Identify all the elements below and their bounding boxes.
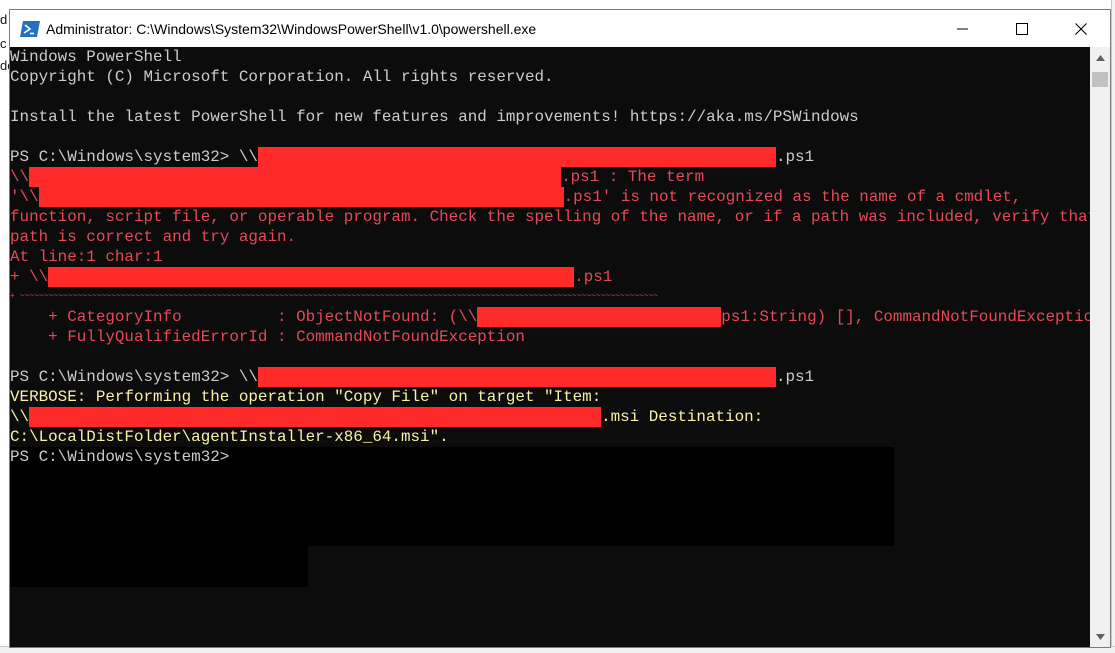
console-line-command-1: PS C:\Windows\system32> \\ .ps1 (10, 147, 814, 167)
error-text: .ps1' is not recognized as the name of a… (563, 188, 1022, 206)
error-text: + CategoryInfo : ObjectNotFound: (\\ (10, 308, 478, 326)
redaction-block (10, 546, 308, 587)
redacted-path (257, 367, 776, 387)
scroll-down-button[interactable] (1090, 628, 1110, 645)
verbose-text: .msi Destination: (601, 408, 764, 426)
title-bar[interactable]: Administrator: C:\Windows\System32\Windo… (10, 10, 1110, 47)
error-text: ps1:String) [], CommandNotFoundException (721, 308, 1090, 326)
error-line: At line:1 char:1 (10, 248, 163, 266)
error-line: + FullyQualifiedErrorId : CommandNotFoun… (10, 328, 525, 346)
window-title: Administrator: C:\Windows\System32\Windo… (46, 20, 537, 37)
verbose-line: C:\LocalDistFolder\agentInstaller-x86_64… (10, 428, 449, 446)
error-text: \\ (10, 168, 30, 186)
prompt-text: PS C:\Windows\system32> \\ (10, 148, 258, 166)
background-text-snip: c (0, 36, 7, 51)
error-line: + ~~~~~~~~~~~~~~~~~~~~~~~~~~~~~~~~~~~~~~… (10, 292, 659, 301)
vertical-scrollbar[interactable] (1090, 47, 1110, 647)
command-suffix: .ps1 (775, 148, 815, 166)
console-line-copyright: Copyright (C) Microsoft Corporation. All… (10, 68, 554, 86)
error-text: .ps1 : The term (561, 168, 705, 186)
maximize-button[interactable] (992, 10, 1051, 47)
redacted-path (48, 267, 575, 287)
chevron-up-icon (1095, 54, 1105, 61)
close-icon (1074, 22, 1087, 35)
console-output[interactable]: Windows PowerShell Copyright (C) Microso… (10, 47, 1090, 647)
console-line-command-2: PS C:\Windows\system32> \\ .ps1 (10, 367, 814, 387)
error-line: \\ .ps1 : The term (10, 167, 704, 187)
powershell-icon (20, 20, 40, 37)
powershell-window: Administrator: C:\Windows\System32\Windo… (9, 9, 1111, 648)
error-line: function, script file, or operable progr… (10, 208, 1090, 226)
background-window-edge (1111, 0, 1115, 652)
console-line-prompt-visible: PS C:\Windows\system32> (10, 448, 230, 466)
minimize-icon (956, 28, 968, 29)
scroll-up-button[interactable] (1090, 49, 1110, 66)
redacted-path (29, 407, 602, 427)
verbose-text: \\ (10, 408, 30, 426)
error-text: .ps1 (574, 268, 613, 286)
error-text: '\\ (10, 188, 39, 206)
error-line: '\\ .ps1' is not recognized as the name o… (10, 187, 1021, 207)
console-line-banner: Windows PowerShell (10, 48, 182, 66)
background-text-snip: d (0, 12, 8, 27)
redacted-path (257, 147, 776, 167)
redacted-path (29, 167, 562, 187)
maximize-icon (1015, 22, 1028, 35)
error-line: + \\ .ps1 (10, 267, 612, 287)
close-button[interactable] (1051, 10, 1110, 47)
redacted-path (477, 307, 722, 327)
error-line: + CategoryInfo : ObjectNotFound: (\\ ps1:… (10, 307, 1090, 327)
console-line-install-hint: Install the latest PowerShell for new fe… (10, 108, 859, 126)
command-suffix: .ps1 (775, 368, 815, 386)
error-line: path is correct and try again. (10, 228, 297, 246)
minimize-button[interactable] (933, 10, 992, 47)
verbose-line: VERBOSE: Performing the operation "Copy … (10, 388, 602, 406)
scroll-thumb[interactable] (1092, 72, 1108, 87)
error-text: + \\ (10, 268, 49, 286)
verbose-line: \\ .msi Destination: (10, 407, 763, 427)
chevron-down-icon (1095, 633, 1105, 640)
window-controls (933, 10, 1110, 47)
prompt-text: PS C:\Windows\system32> \\ (10, 368, 258, 386)
redacted-path (38, 187, 564, 207)
